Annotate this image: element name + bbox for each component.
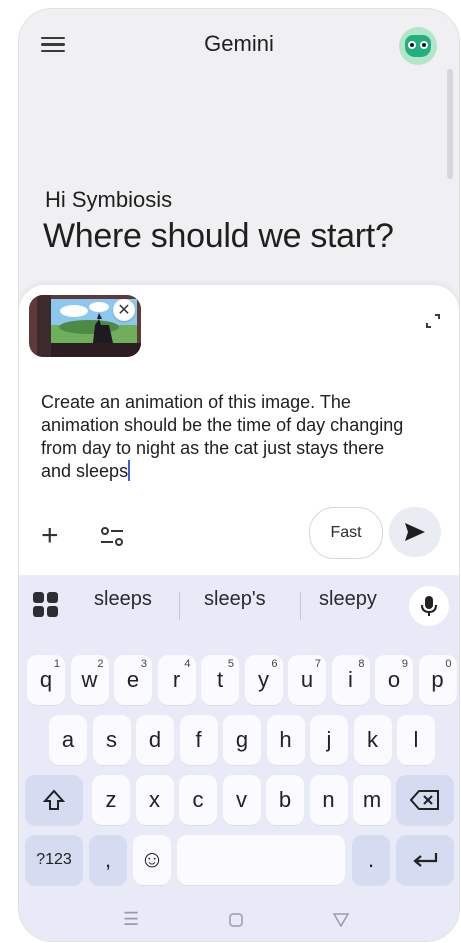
text-cursor bbox=[128, 460, 131, 481]
fast-mode-button[interactable]: Fast bbox=[309, 507, 383, 559]
comma-key[interactable]: , bbox=[89, 835, 127, 885]
suggestion-3[interactable]: sleepy bbox=[319, 588, 377, 611]
key-k[interactable]: k bbox=[353, 715, 392, 765]
key-hint: 3 bbox=[140, 658, 147, 670]
owl-icon bbox=[405, 35, 431, 57]
key-e[interactable]: e3 bbox=[114, 655, 152, 705]
key-b[interactable]: b bbox=[266, 775, 304, 825]
phone-screen: Gemini Hi Symbiosis Where should we star… bbox=[18, 8, 460, 942]
key-l[interactable]: l bbox=[397, 715, 435, 765]
key-p[interactable]: p0 bbox=[418, 655, 457, 705]
key-n[interactable]: n bbox=[309, 775, 348, 825]
shift-icon bbox=[43, 789, 65, 810]
key-label: o bbox=[387, 667, 401, 692]
expand-icon[interactable] bbox=[425, 313, 441, 329]
avatar[interactable] bbox=[399, 27, 437, 65]
key-label: t bbox=[216, 667, 224, 692]
suggestion-strip: sleeps sleep's sleepy bbox=[19, 580, 459, 626]
back-icon[interactable] bbox=[332, 913, 350, 932]
key-label: i bbox=[348, 667, 353, 692]
prompt-input[interactable]: Create an animation of this image. The a… bbox=[41, 391, 411, 483]
prompt-text: Create an animation of this image. The a… bbox=[41, 392, 404, 481]
key-z[interactable]: z bbox=[92, 775, 130, 825]
key-hint: 7 bbox=[314, 658, 321, 670]
send-icon bbox=[405, 523, 425, 541]
tools-icon[interactable] bbox=[99, 525, 125, 549]
key-g[interactable]: g bbox=[223, 715, 261, 765]
apps-grid-icon[interactable] bbox=[33, 592, 59, 618]
key-hint: 8 bbox=[358, 658, 365, 670]
key-f[interactable]: f bbox=[179, 715, 218, 765]
key-q[interactable]: q1 bbox=[27, 655, 65, 705]
greeting-text: Hi Symbiosis bbox=[45, 187, 173, 212]
key-x[interactable]: x bbox=[135, 775, 174, 825]
symbols-key[interactable]: ?123 bbox=[25, 835, 83, 885]
key-y[interactable]: y6 bbox=[244, 655, 283, 705]
shift-key[interactable] bbox=[25, 775, 83, 825]
key-label: u bbox=[300, 667, 314, 692]
key-hint: 9 bbox=[401, 658, 408, 670]
home-icon[interactable] bbox=[229, 913, 243, 932]
headline-question: Where should we start? bbox=[43, 217, 394, 255]
key-i[interactable]: i8 bbox=[331, 655, 370, 705]
key-m[interactable]: m bbox=[353, 775, 391, 825]
prompt-composer: ✕ Create an animation of this image. The… bbox=[19, 285, 459, 575]
app-title: Gemini bbox=[204, 31, 274, 56]
emoji-icon: ☺ bbox=[139, 846, 165, 873]
key-s[interactable]: s bbox=[92, 715, 131, 765]
key-v[interactable]: v bbox=[222, 775, 261, 825]
system-navigation-bar: ☰ bbox=[19, 901, 459, 941]
key-o[interactable]: o9 bbox=[375, 655, 413, 705]
key-hint: 2 bbox=[97, 658, 104, 670]
recents-icon[interactable]: ☰ bbox=[123, 909, 139, 930]
key-d[interactable]: d bbox=[136, 715, 174, 765]
key-hint: 1 bbox=[53, 658, 60, 670]
period-key[interactable]: . bbox=[352, 835, 390, 885]
key-hint: 5 bbox=[227, 658, 234, 670]
backspace-icon bbox=[410, 790, 439, 810]
key-r[interactable]: r4 bbox=[157, 655, 196, 705]
suggestion-1[interactable]: sleeps bbox=[94, 588, 152, 611]
on-screen-keyboard: sleeps sleep's sleepy ?123 , ☺ . ☰ q 1 w… bbox=[19, 576, 459, 941]
key-hint: 0 bbox=[445, 658, 452, 670]
space-bar[interactable] bbox=[177, 835, 345, 885]
key-c[interactable]: c bbox=[179, 775, 217, 825]
key-label: w bbox=[81, 667, 98, 692]
key-h[interactable]: h bbox=[266, 715, 305, 765]
backspace-key[interactable] bbox=[396, 775, 454, 825]
key-label: r bbox=[172, 667, 181, 692]
suggestion-2[interactable]: sleep's bbox=[204, 588, 266, 611]
key-w[interactable]: w2 bbox=[70, 655, 109, 705]
top-app-bar: Gemini bbox=[19, 9, 459, 79]
enter-icon bbox=[413, 853, 438, 867]
key-a[interactable]: a bbox=[49, 715, 87, 765]
key-j[interactable]: j bbox=[310, 715, 348, 765]
microphone-icon bbox=[421, 596, 437, 616]
plus-icon[interactable]: + bbox=[41, 521, 59, 551]
enter-key[interactable] bbox=[396, 835, 454, 885]
key-t[interactable]: t5 bbox=[201, 655, 239, 705]
emoji-key[interactable]: ☺ bbox=[133, 835, 171, 885]
key-hint: 4 bbox=[184, 658, 191, 670]
send-button[interactable] bbox=[389, 507, 441, 557]
key-label: e bbox=[126, 667, 140, 692]
remove-image-button[interactable]: ✕ bbox=[113, 299, 135, 321]
key-label: q bbox=[39, 667, 53, 692]
key-u[interactable]: u7 bbox=[288, 655, 326, 705]
microphone-button[interactable] bbox=[409, 586, 449, 626]
key-hint: 6 bbox=[271, 658, 278, 670]
key-label: y bbox=[258, 667, 269, 692]
key-label: p bbox=[431, 667, 444, 692]
scrollbar[interactable] bbox=[447, 69, 453, 179]
